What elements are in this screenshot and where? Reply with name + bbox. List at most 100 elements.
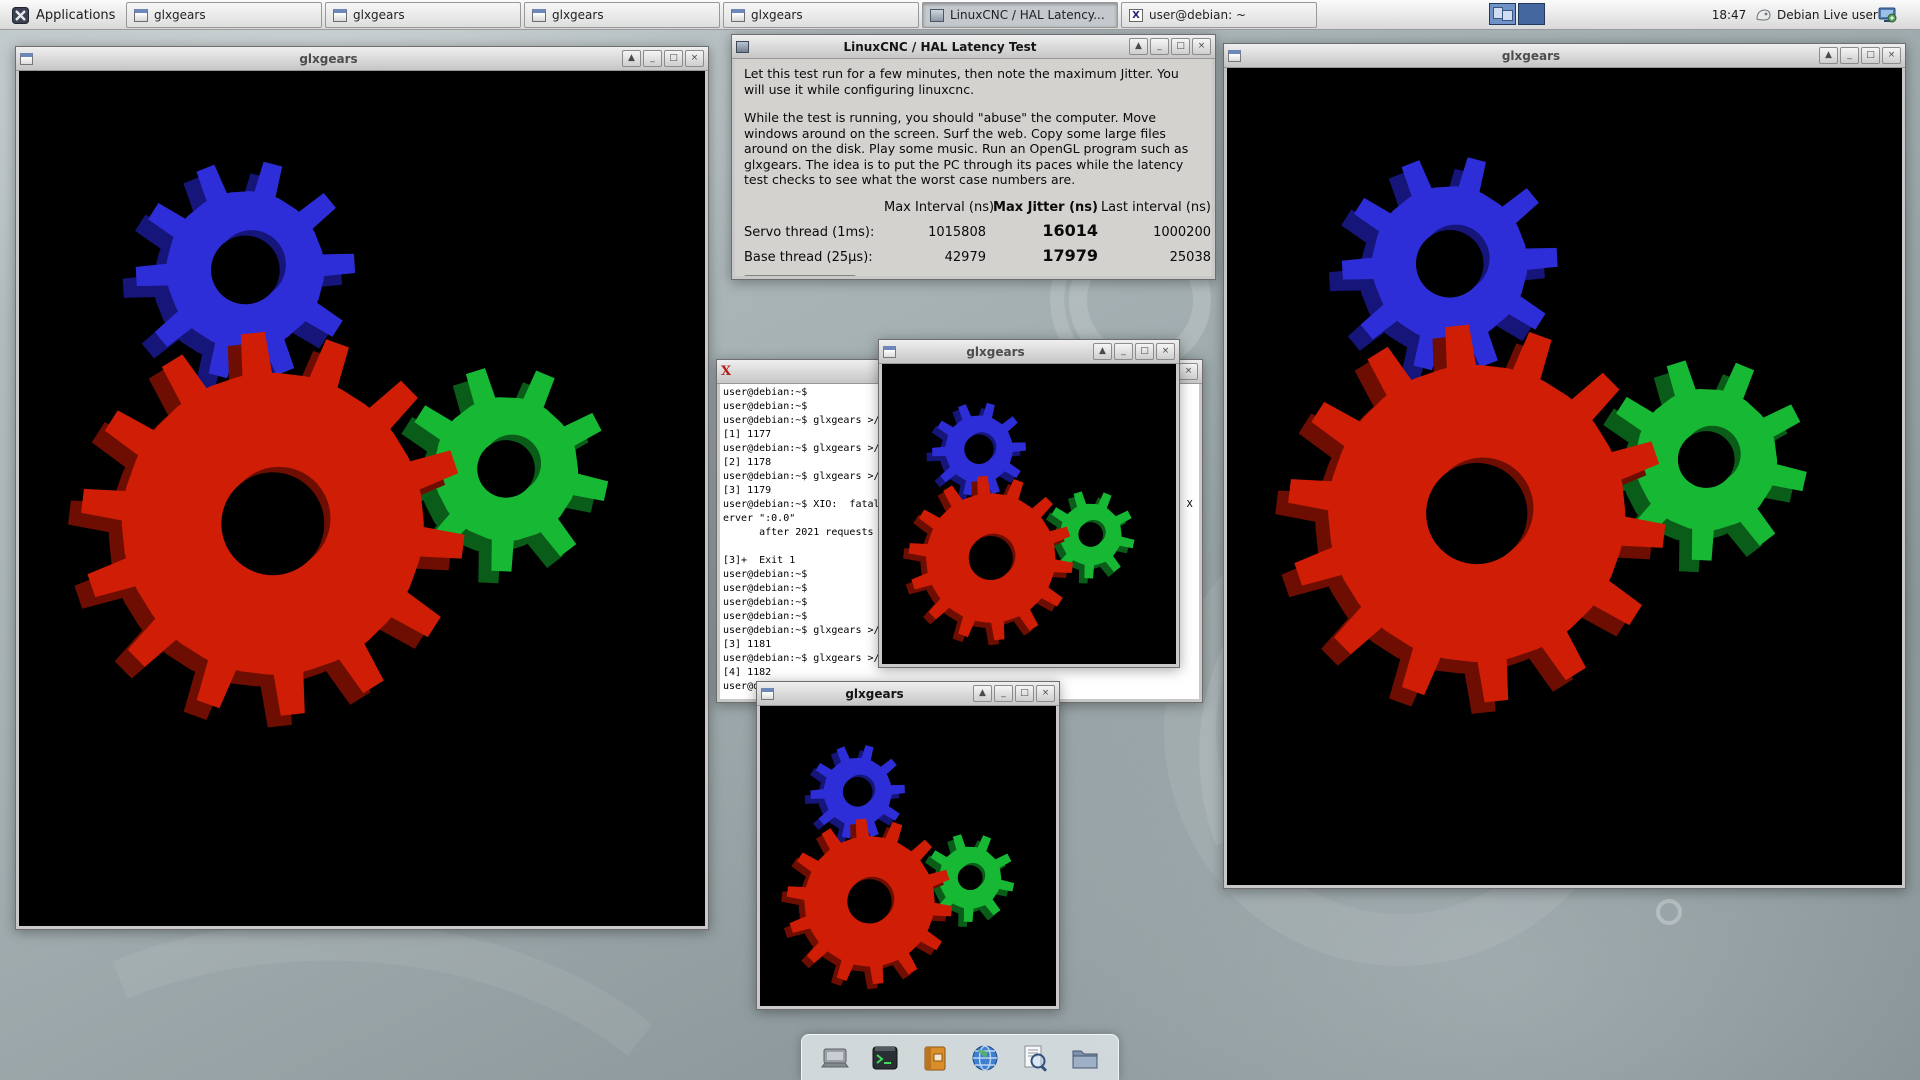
titlebar[interactable]: glxgears ▲ _ □ × xyxy=(879,340,1179,364)
xterm-icon: X xyxy=(1129,9,1143,22)
window-title: glxgears xyxy=(1245,49,1817,63)
glxgears-window-bottom: glxgears ▲ _ □ × xyxy=(756,681,1060,1010)
dock-display-button[interactable] xyxy=(816,1039,854,1077)
dock-search-button[interactable] xyxy=(1016,1039,1054,1077)
shade-button[interactable]: ▲ xyxy=(973,685,992,702)
window-icon xyxy=(731,9,745,22)
status-icon[interactable] xyxy=(1755,7,1772,23)
terminal-icon xyxy=(869,1042,901,1074)
dock-browser-button[interactable] xyxy=(966,1039,1004,1077)
col-max-jitter: Max Jitter (ns) xyxy=(986,200,1098,215)
clock: 18:47 xyxy=(1698,0,1760,30)
titlebar[interactable]: glxgears ▲ _ □ × xyxy=(16,47,708,71)
glxgears-viewport xyxy=(19,71,705,926)
close-button[interactable]: × xyxy=(1036,685,1055,702)
close-button[interactable]: × xyxy=(1156,343,1175,360)
gears-canvas xyxy=(882,364,1176,664)
xterm-icon: X xyxy=(721,364,736,379)
dock-file-manager-button[interactable] xyxy=(1066,1039,1104,1077)
maximize-button[interactable]: □ xyxy=(1861,47,1880,64)
shade-button[interactable]: ▲ xyxy=(622,50,641,67)
base-thread-label: Base thread (25µs): xyxy=(744,250,884,265)
workspace-2[interactable] xyxy=(1518,3,1545,25)
applications-menu-icon xyxy=(12,7,29,24)
minimize-button[interactable]: _ xyxy=(643,50,662,67)
close-button[interactable]: × xyxy=(1882,47,1901,64)
workspace-1[interactable] xyxy=(1489,3,1516,25)
window-title: glxgears xyxy=(900,345,1091,359)
shade-button[interactable]: ▲ xyxy=(1129,38,1148,55)
taskbar: glxgears glxgears glxgears glxgears Linu… xyxy=(126,2,1317,28)
latency-table: Max Interval (ns) Max Jitter (ns) Last i… xyxy=(744,200,1203,265)
logout-icon[interactable] xyxy=(1877,5,1897,25)
titlebar[interactable]: glxgears ▲ _ □ × xyxy=(1224,44,1905,68)
close-button[interactable]: × xyxy=(1179,363,1198,380)
red-gear xyxy=(903,476,1073,646)
taskbar-button-glxgears-1[interactable]: glxgears xyxy=(126,2,322,28)
minimize-button[interactable]: _ xyxy=(1840,47,1859,64)
reset-statistics-button[interactable]: Reset Statistics xyxy=(744,275,856,277)
red-gear xyxy=(1275,325,1665,714)
maximize-button[interactable]: □ xyxy=(1171,38,1190,55)
window-menu-icon[interactable] xyxy=(761,688,774,700)
linuxcnc-icon xyxy=(930,9,944,22)
red-gear xyxy=(781,819,952,990)
latency-intro: Let this test run for a few minutes, the… xyxy=(744,66,1203,97)
applications-menu[interactable]: Applications xyxy=(2,2,125,28)
window-menu-icon[interactable] xyxy=(20,53,33,65)
taskbar-button-glxgears-2[interactable]: glxgears xyxy=(325,2,521,28)
web-browser-icon xyxy=(969,1042,1001,1074)
workspace-switcher[interactable] xyxy=(1489,3,1545,25)
base-max-interval: 42979 xyxy=(884,250,986,265)
latency-instructions: While the test is running, you should "a… xyxy=(744,110,1203,188)
dock-package-button[interactable] xyxy=(916,1039,954,1077)
glxgears-viewport xyxy=(1227,68,1902,885)
window-menu-icon[interactable] xyxy=(883,346,896,358)
maximize-button[interactable]: □ xyxy=(664,50,683,67)
shade-button[interactable]: ▲ xyxy=(1819,47,1838,64)
display-icon xyxy=(819,1042,851,1074)
titlebar[interactable]: LinuxCNC / HAL Latency Test ▲ _ □ × xyxy=(732,35,1215,59)
file-manager-icon xyxy=(1069,1042,1101,1074)
latency-test-window: LinuxCNC / HAL Latency Test ▲ _ □ × Let … xyxy=(731,34,1216,280)
window-title: glxgears xyxy=(37,52,620,66)
file-search-icon xyxy=(1019,1042,1051,1074)
base-last-interval: 25038 xyxy=(1098,250,1211,265)
minimize-button[interactable]: _ xyxy=(1114,343,1133,360)
taskbar-button-glxgears-4[interactable]: glxgears xyxy=(723,2,919,28)
window-icon xyxy=(333,9,347,22)
glxgears-viewport xyxy=(760,706,1056,1006)
terminal-line: [4] 1182 xyxy=(723,666,1196,680)
latency-test-content: Let this test run for a few minutes, the… xyxy=(735,59,1212,276)
window-icon xyxy=(134,9,148,22)
close-button[interactable]: × xyxy=(1192,38,1211,55)
red-gear xyxy=(68,332,465,728)
window-title: LinuxCNC / HAL Latency Test xyxy=(753,40,1127,54)
window-menu-icon[interactable] xyxy=(1228,50,1241,62)
taskbar-button-glxgears-3[interactable]: glxgears xyxy=(524,2,720,28)
glxgears-window-center: glxgears ▲ _ □ × xyxy=(878,339,1180,668)
close-button[interactable]: × xyxy=(685,50,704,67)
linuxcnc-icon[interactable] xyxy=(736,41,749,53)
desktop: glxgears ▲ _ □ × glxgears ▲ _ □ × xyxy=(0,0,1920,1080)
maximize-button[interactable]: □ xyxy=(1135,343,1154,360)
glxgears-viewport xyxy=(882,364,1176,664)
servo-max-jitter: 16014 xyxy=(986,221,1098,240)
minimize-button[interactable]: _ xyxy=(1150,38,1169,55)
col-last-interval: Last interval (ns) xyxy=(1098,200,1211,215)
taskbar-button-terminal[interactable]: X user@debian: ~ xyxy=(1121,2,1317,28)
servo-max-interval: 1015808 xyxy=(884,225,986,240)
gears-canvas xyxy=(760,706,1056,1006)
servo-last-interval: 1000200 xyxy=(1098,225,1211,240)
titlebar[interactable]: glxgears ▲ _ □ × xyxy=(757,682,1059,706)
gears-canvas xyxy=(1227,68,1902,885)
shade-button[interactable]: ▲ xyxy=(1093,343,1112,360)
minimize-button[interactable]: _ xyxy=(994,685,1013,702)
taskbar-button-latency-test[interactable]: LinuxCNC / HAL Latency... xyxy=(922,2,1118,28)
gears-canvas xyxy=(19,71,705,926)
col-max-interval: Max Interval (ns) xyxy=(884,200,986,215)
top-panel: Applications glxgears glxgears glxgears … xyxy=(0,0,1920,30)
dock-terminal-button[interactable] xyxy=(866,1039,904,1077)
glxgears-window-left: glxgears ▲ _ □ × xyxy=(15,46,709,930)
maximize-button[interactable]: □ xyxy=(1015,685,1034,702)
